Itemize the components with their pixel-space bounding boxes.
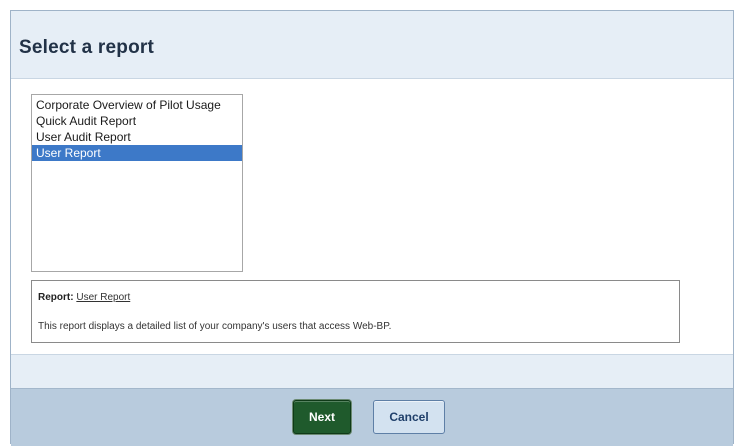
next-button[interactable]: Next	[293, 400, 351, 434]
select-report-dialog: Select a report Corporate Overview of Pi…	[10, 10, 734, 446]
page-title: Select a report	[19, 37, 154, 58]
report-listbox[interactable]: Corporate Overview of Pilot Usage Quick …	[31, 94, 243, 272]
footer-bar: Next Cancel	[11, 388, 733, 446]
report-name-link[interactable]: User Report	[76, 292, 130, 303]
report-description: This report displays a detailed list of …	[38, 321, 392, 332]
report-option-user-audit[interactable]: User Audit Report	[32, 129, 242, 145]
report-option-corporate-overview[interactable]: Corporate Overview of Pilot Usage	[32, 97, 242, 113]
content-panel: Corporate Overview of Pilot Usage Quick …	[11, 78, 733, 355]
report-details-box: Report: User Report This report displays…	[31, 280, 680, 343]
report-option-user-report[interactable]: User Report	[32, 145, 242, 161]
report-option-quick-audit[interactable]: Quick Audit Report	[32, 113, 242, 129]
report-line: Report: User Report	[38, 292, 130, 303]
report-key-label: Report:	[38, 292, 74, 303]
cancel-button[interactable]: Cancel	[373, 400, 445, 434]
